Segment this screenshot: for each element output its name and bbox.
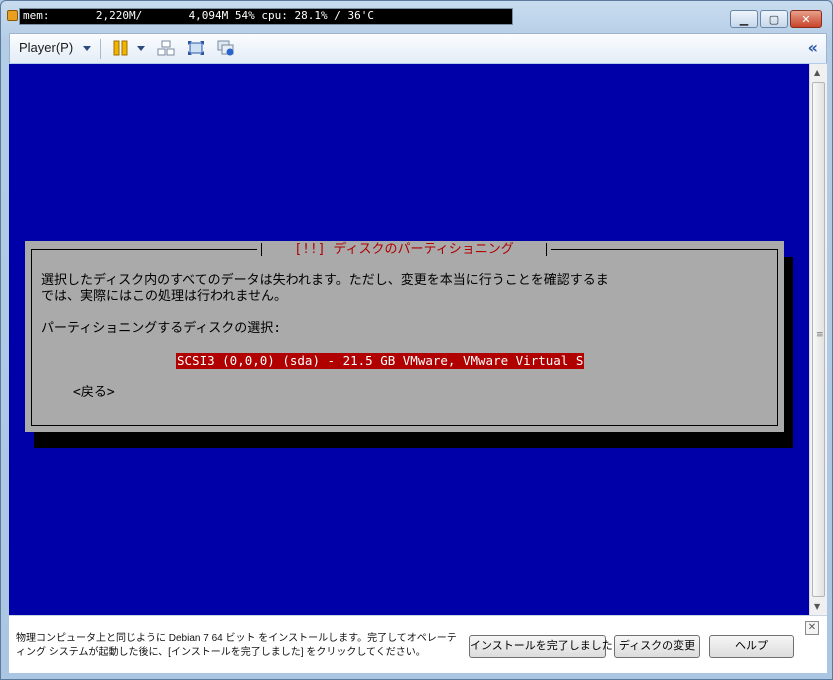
dialog-message-line-1: 選択したディスク内のすべてのデータは失われます。ただし、変更を本当に行うことを確… <box>41 273 609 288</box>
vm-console[interactable]: [!!] ディスクのパーティショニング 選択したディスク内のすべてのデータは失わ… <box>9 64 809 615</box>
partition-disk-dialog: [!!] ディスクのパーティショニング 選択したディスク内のすべてのデータは失わ… <box>25 241 784 432</box>
scroll-down-arrow-icon[interactable]: ▼ <box>814 602 820 611</box>
minimize-button[interactable]: ▁ <box>730 10 758 28</box>
close-infobar-icon[interactable]: ✕ <box>805 621 819 635</box>
vertical-scrollbar[interactable]: ▲ ≡ ▼ <box>809 64 827 615</box>
collapse-icon[interactable]: « <box>808 38 818 57</box>
maximize-icon: ▢ <box>768 12 780 26</box>
chevron-down-icon[interactable] <box>83 46 91 51</box>
unity-icon[interactable] <box>217 40 235 56</box>
minimize-icon: ▁ <box>739 12 749 26</box>
vmware-app-icon <box>7 10 18 21</box>
fullscreen-icon[interactable] <box>187 40 205 56</box>
dialog-border-top-left <box>31 249 257 250</box>
close-button[interactable]: ✕ <box>790 10 822 28</box>
disk-option-sda[interactable]: SCSI3 (0,0,0) (sda) - 21.5 GB VMware, VM… <box>176 353 585 369</box>
install-instructions: 物理コンピュータ上と同じように Debian 7 64 ビット をインストールし… <box>16 633 457 658</box>
close-icon: ✕ <box>801 12 811 26</box>
install-complete-button[interactable]: インストールを完了しました <box>469 635 613 658</box>
player-toolbar: Player(P) « <box>9 33 827 63</box>
maximize-button[interactable]: ▢ <box>760 10 788 28</box>
dialog-message-line-2: では、実際にはこの処理は行われません。 <box>41 289 287 304</box>
help-button[interactable]: ヘルプ <box>709 635 794 658</box>
scrollbar-thumb[interactable]: ≡ <box>812 82 825 597</box>
window-controls: ▁ ▢ ✕ <box>730 10 822 28</box>
dialog-title: [!!] ディスクのパーティショニング <box>257 241 551 259</box>
change-disk-button[interactable]: ディスクの変更 <box>614 635 700 658</box>
disk-selection-prompt: パーティショニングするディスクの選択: <box>41 321 282 336</box>
vmware-player-window: mem: 2,220M/ 4,094M 54% cpu: 28.1% / 36'… <box>0 0 833 680</box>
pause-icon[interactable] <box>112 40 130 56</box>
dialog-border-top-right <box>551 249 778 250</box>
send-ctrl-alt-del-icon[interactable] <box>157 40 175 56</box>
scroll-up-arrow-icon[interactable]: ▲ <box>814 68 820 77</box>
grip-icon: ≡ <box>816 330 824 340</box>
system-status-readout: mem: 2,220M/ 4,094M 54% cpu: 28.1% / 36'… <box>19 8 513 25</box>
back-button[interactable]: <戻る> <box>73 385 115 401</box>
chevron-down-icon[interactable] <box>137 46 145 51</box>
install-info-bar: 物理コンピュータ上と同じように Debian 7 64 ビット をインストールし… <box>9 615 827 673</box>
player-menu[interactable]: Player(P) <box>19 40 73 55</box>
titlebar: mem: 2,220M/ 4,094M 54% cpu: 28.1% / 36'… <box>1 1 832 31</box>
toolbar-separator <box>100 39 101 59</box>
